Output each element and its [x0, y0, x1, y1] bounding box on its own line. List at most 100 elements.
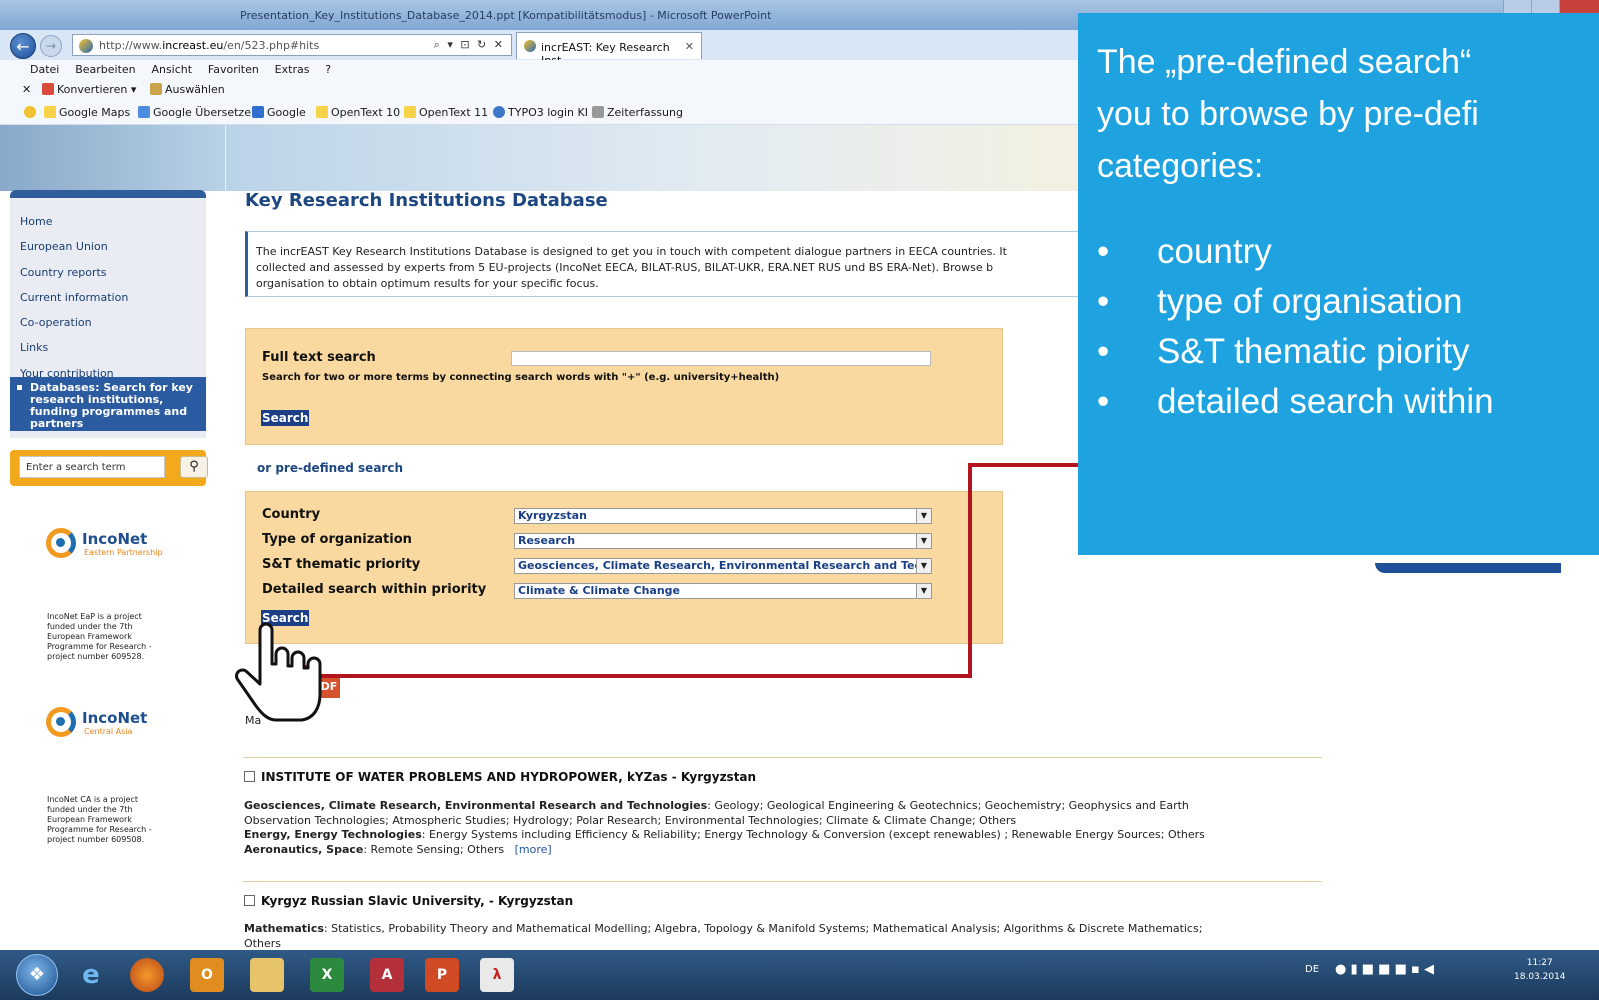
- address-bar[interactable]: http://www.increast.eu/en/523.php#hits ⌕…: [72, 34, 512, 56]
- acrobat-icon[interactable]: λ: [480, 958, 514, 992]
- fav-label: OpenText 11: [419, 106, 489, 119]
- inconet-ca-logo[interactable]: IncoNet Central Asia: [46, 697, 186, 747]
- menu-favoriten[interactable]: Favoriten: [208, 63, 259, 76]
- country-label: Country: [262, 507, 321, 522]
- result-line: Geosciences, Climate Research, Environme…: [244, 799, 1324, 814]
- intro-line: collected and assessed by experts from 5…: [256, 261, 994, 274]
- fulltext-search-button[interactable]: Search: [261, 410, 310, 426]
- intro-line: The incrEAST Key Research Institutions D…: [256, 245, 1007, 258]
- inconet-eap-description: IncoNet EaP is a project funded under th…: [47, 612, 152, 661]
- address-controls[interactable]: ⌕ ▾ ⊡ ↻ ✕: [434, 38, 505, 52]
- outlook-icon[interactable]: O: [190, 958, 224, 992]
- star-icon: [24, 106, 36, 118]
- callout-bullet: type of organisation: [1097, 277, 1494, 327]
- sidebar-item-country-reports[interactable]: Country reports: [10, 260, 206, 285]
- pdf-convert-icon: [42, 83, 54, 95]
- explorer-icon[interactable]: [250, 958, 284, 992]
- fav-opentext10[interactable]: OpenText 10: [316, 106, 400, 119]
- callout-bullet: detailed search within: [1097, 377, 1494, 427]
- sidebar-item-european-union[interactable]: European Union: [10, 234, 206, 259]
- access-icon[interactable]: A: [370, 958, 404, 992]
- commandbar-close-icon[interactable]: ✕: [22, 83, 31, 96]
- select-button[interactable]: Auswählen: [150, 83, 225, 96]
- sidebar-item-co-operation[interactable]: Co-operation: [10, 310, 206, 335]
- result-divider: [243, 881, 1322, 882]
- powerpoint-icon[interactable]: P: [425, 958, 459, 992]
- convert-button[interactable]: Konvertieren ▾: [42, 83, 136, 96]
- excel-icon[interactable]: X: [310, 958, 344, 992]
- firefox-icon[interactable]: [130, 958, 164, 992]
- dropdown-arrow-icon[interactable]: ▼: [916, 584, 931, 598]
- clock[interactable]: 11:27 18.03.2014: [1514, 956, 1566, 984]
- sidebar-item-current-information[interactable]: Current information: [10, 285, 206, 310]
- tab-close-icon[interactable]: ✕: [685, 40, 694, 53]
- sidebar-search-button[interactable]: ⚲: [180, 456, 208, 478]
- result-title[interactable]: INSTITUTE OF WATER PROBLEMS AND HYDROPOW…: [244, 770, 756, 784]
- result-title[interactable]: Kyrgyz Russian Slavic University, - Kyrg…: [244, 894, 573, 908]
- page-icon: [404, 106, 416, 118]
- result-line-text: : Statistics, Probability Theory and Mat…: [323, 922, 1203, 935]
- menu-help[interactable]: ?: [325, 63, 331, 76]
- result-line-head: Geosciences, Climate Research, Environme…: [244, 799, 708, 812]
- favorites-star-icon[interactable]: [24, 106, 39, 119]
- fav-label: Google Maps: [59, 106, 131, 119]
- sidebar-item-links[interactable]: Links: [10, 335, 206, 360]
- fulltext-hint: Search for two or more terms by connecti…: [262, 372, 780, 383]
- result-checkbox[interactable]: [244, 895, 255, 906]
- org-type-select[interactable]: Research ▼: [514, 533, 932, 549]
- dropdown-arrow-icon[interactable]: ▼: [916, 509, 931, 523]
- menu-datei[interactable]: Datei: [30, 63, 59, 76]
- sidebar-item-databases[interactable]: Databases: Search for key research insti…: [10, 377, 206, 431]
- tab-favicon-icon: [524, 40, 536, 52]
- result-line: Energy, Energy Technologies: Energy Syst…: [244, 828, 1324, 843]
- language-indicator[interactable]: DE: [1305, 964, 1319, 975]
- menu-ansicht[interactable]: Ansicht: [151, 63, 192, 76]
- result-line-text: : Energy Systems including Efficiency & …: [421, 828, 1205, 841]
- url-prefix: http://www.: [99, 39, 163, 52]
- inconet-eap-logo[interactable]: IncoNet Eastern Partnership: [46, 518, 186, 568]
- sidebar-search-input[interactable]: [19, 456, 165, 478]
- start-button[interactable]: ❖: [16, 954, 58, 996]
- result-line: Observation Technologies; Atmospheric St…: [244, 814, 1324, 829]
- ie-icon[interactable]: e: [74, 958, 108, 992]
- select-label: Auswählen: [165, 83, 225, 96]
- url-text[interactable]: http://www.increast.eu/en/523.php#hits: [99, 39, 319, 52]
- fav-google-translate[interactable]: Google Übersetzer: [138, 106, 256, 119]
- detail-select[interactable]: Climate & Climate Change ▼: [514, 583, 932, 599]
- logo-dot: [56, 538, 65, 547]
- dropdown-arrow-icon[interactable]: ▼: [916, 534, 931, 548]
- country-select[interactable]: Kyrgyzstan ▼: [514, 508, 932, 524]
- fav-zeiterfassung[interactable]: Zeiterfassung: [592, 106, 683, 119]
- pdf-export-button[interactable]: DF: [318, 676, 340, 698]
- fav-google[interactable]: Google: [252, 106, 306, 119]
- result-line: Others: [244, 937, 1324, 952]
- typo3-icon: [493, 106, 505, 118]
- windows-logo-icon: ❖: [28, 964, 46, 985]
- more-link[interactable]: [more]: [515, 843, 552, 856]
- intro-text: The incrEAST Key Research Institutions D…: [245, 231, 1085, 297]
- fav-opentext11[interactable]: OpenText 11: [404, 106, 488, 119]
- dropdown-arrow-icon[interactable]: ▼: [916, 559, 931, 573]
- sidebar-item-home[interactable]: Home: [10, 209, 206, 234]
- predefined-search-panel: Country Kyrgyzstan ▼ Type of organization…: [245, 491, 1003, 644]
- menu-bearbeiten[interactable]: Bearbeiten: [75, 63, 135, 76]
- result-line-text: : Geology; Geological Engineering & Geot…: [707, 799, 1189, 812]
- result-line: Aeronautics, Space: Remote Sensing; Othe…: [244, 843, 1324, 858]
- browser-tab[interactable]: incrEAST: Key Research Inst... ✕: [516, 32, 702, 67]
- back-button[interactable]: ←: [10, 33, 36, 59]
- callout-bullet: S&T thematic piority: [1097, 327, 1494, 377]
- fav-google-maps[interactable]: Google Maps: [44, 106, 130, 119]
- tray-icons[interactable]: ● ▮ ■ ■ ■ ▪ ◀: [1335, 962, 1434, 977]
- fav-typo3[interactable]: TYPO3 login KI: [493, 106, 588, 119]
- clock-date: 18.03.2014: [1514, 972, 1566, 982]
- result-checkbox[interactable]: [244, 771, 255, 782]
- sidebar-search: ⚲: [10, 450, 208, 486]
- priority-select[interactable]: Geosciences, Climate Research, Environme…: [514, 558, 932, 574]
- menu-extras[interactable]: Extras: [275, 63, 310, 76]
- predefined-search-button[interactable]: Search: [261, 610, 310, 626]
- fulltext-input[interactable]: [511, 351, 931, 366]
- result-line-text: Observation Technologies; Atmospheric St…: [244, 813, 1017, 827]
- clock-icon: [592, 106, 604, 118]
- forward-button[interactable]: →: [40, 35, 62, 57]
